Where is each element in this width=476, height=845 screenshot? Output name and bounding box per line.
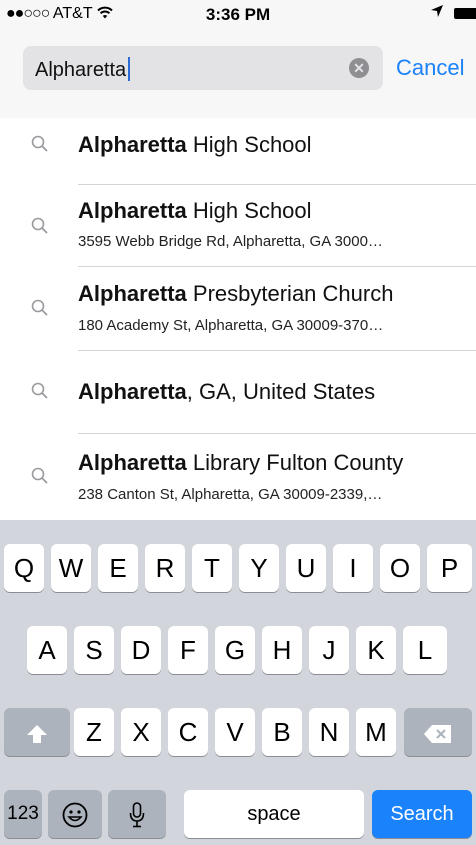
- key-c[interactable]: C: [168, 708, 208, 756]
- result-rest: Library Fulton County: [186, 450, 404, 475]
- cancel-button[interactable]: Cancel: [396, 55, 464, 81]
- key-s[interactable]: S: [74, 626, 114, 674]
- key-t[interactable]: T: [192, 544, 232, 592]
- key-f[interactable]: F: [168, 626, 208, 674]
- key-b[interactable]: B: [262, 708, 302, 756]
- key-y[interactable]: Y: [239, 544, 279, 592]
- search-icon: [31, 467, 48, 484]
- search-query-text[interactable]: Alpharetta: [35, 57, 131, 82]
- key-h[interactable]: H: [262, 626, 302, 674]
- key-k[interactable]: K: [356, 626, 396, 674]
- microphone-key[interactable]: [108, 790, 166, 838]
- search-result-3[interactable]: Alpharetta Presbyterian Church 180 Acade…: [0, 267, 476, 350]
- status-bar: ●●○○○ AT&T 3:36 PM: [0, 0, 476, 28]
- emoji-icon: [62, 802, 88, 828]
- result-match: Alpharetta: [78, 281, 187, 306]
- result-rest: High School: [186, 198, 312, 223]
- search-query: Alpharetta: [35, 59, 127, 81]
- key-z[interactable]: Z: [74, 708, 114, 756]
- key-q[interactable]: Q: [4, 544, 44, 592]
- space-key[interactable]: space: [184, 790, 364, 838]
- search-icon: [31, 135, 48, 152]
- search-result-2[interactable]: Alpharetta High School 3595 Webb Bridge …: [0, 185, 476, 266]
- result-match: Alpharetta: [78, 450, 187, 475]
- backspace-key[interactable]: [404, 708, 472, 756]
- key-u[interactable]: U: [286, 544, 326, 592]
- key-d[interactable]: D: [121, 626, 161, 674]
- search-input[interactable]: Alpharetta ✕: [23, 46, 383, 90]
- result-title: Alpharetta High School: [78, 132, 312, 158]
- emoji-key[interactable]: [48, 790, 102, 838]
- result-rest: Presbyterian Church: [186, 281, 394, 306]
- search-icon: [31, 382, 48, 399]
- key-a[interactable]: A: [27, 626, 67, 674]
- microphone-icon: [129, 802, 145, 828]
- result-rest: High School: [186, 132, 312, 157]
- battery-icon: [454, 8, 476, 19]
- key-x[interactable]: X: [121, 708, 161, 756]
- result-rest: , GA, United States: [186, 379, 376, 404]
- result-address: 3595 Webb Bridge Rd, Alpharetta, GA 3000…: [78, 233, 383, 250]
- keyboard: Q W E R T Y U I O P A S D F G H J K L Z …: [0, 520, 476, 845]
- shift-key[interactable]: [4, 708, 70, 756]
- shift-icon: [27, 725, 47, 743]
- search-icon: [31, 217, 48, 234]
- search-result-1[interactable]: Alpharetta High School: [0, 118, 476, 184]
- key-p[interactable]: P: [427, 544, 472, 592]
- key-j[interactable]: J: [309, 626, 349, 674]
- numbers-key[interactable]: 123: [4, 790, 42, 838]
- result-address: 180 Academy St, Alpharetta, GA 30009-370…: [78, 317, 384, 334]
- location-arrow-icon: [431, 5, 443, 17]
- key-v[interactable]: V: [215, 708, 255, 756]
- status-time: 3:36 PM: [205, 5, 271, 24]
- key-n[interactable]: N: [309, 708, 349, 756]
- key-r[interactable]: R: [145, 544, 185, 592]
- key-l[interactable]: L: [403, 626, 447, 674]
- search-icon: [31, 299, 48, 316]
- clear-icon[interactable]: ✕: [349, 58, 369, 78]
- text-cursor: [128, 57, 131, 81]
- result-match: Alpharetta: [78, 198, 187, 223]
- result-match: Alpharetta: [78, 379, 187, 404]
- result-address: 238 Canton St, Alpharetta, GA 30009-2339…: [78, 486, 383, 503]
- search-key[interactable]: Search: [372, 790, 472, 838]
- result-title: Alpharetta High School: [78, 198, 312, 224]
- key-m[interactable]: M: [356, 708, 396, 756]
- key-e[interactable]: E: [98, 544, 138, 592]
- result-title: Alpharetta Library Fulton County: [78, 450, 403, 476]
- key-o[interactable]: O: [380, 544, 420, 592]
- key-w[interactable]: W: [51, 544, 91, 592]
- result-title: Alpharetta, GA, United States: [78, 379, 375, 405]
- key-i[interactable]: I: [333, 544, 373, 592]
- backspace-icon: [424, 725, 451, 743]
- result-title: Alpharetta Presbyterian Church: [78, 281, 393, 307]
- search-result-5[interactable]: Alpharetta Library Fulton County 238 Can…: [0, 434, 476, 520]
- key-g[interactable]: G: [215, 626, 255, 674]
- result-match: Alpharetta: [78, 132, 187, 157]
- search-bar-area: Alpharetta ✕ Cancel: [0, 28, 476, 118]
- search-result-4[interactable]: Alpharetta, GA, United States: [0, 351, 476, 433]
